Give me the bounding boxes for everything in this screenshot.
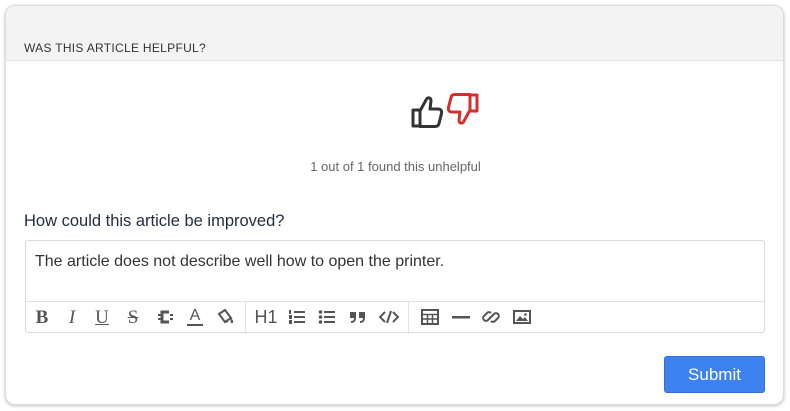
vote-summary: 1 out of 1 found this unhelpful [310, 159, 481, 174]
italic-icon[interactable]: I [61, 306, 83, 328]
feedback-card: WAS THIS ARTICLE HELPFUL? 1 out of 1 fou… [5, 5, 784, 405]
heading-glyph: H1 [254, 306, 278, 327]
feedback-textarea[interactable]: The article does not describe well how t… [35, 253, 444, 271]
clear-format-icon[interactable] [154, 306, 176, 328]
link-icon[interactable] [480, 306, 502, 328]
font-color-glyph: A [189, 307, 201, 324]
feedback-editor[interactable]: The article does not describe well how t… [25, 240, 765, 334]
improve-label: How could this article be improved? [24, 212, 285, 230]
toolbar-separator [408, 302, 409, 334]
editor-toolbar: B I U S A H1 [26, 301, 764, 334]
ordered-list-icon[interactable] [286, 306, 308, 328]
bold-icon[interactable]: B [31, 306, 53, 328]
submit-button[interactable]: Submit [664, 356, 765, 393]
thumb-down-icon[interactable] [444, 92, 480, 137]
code-icon[interactable] [378, 306, 400, 328]
card-title: WAS THIS ARTICLE HELPFUL? [24, 41, 206, 55]
vote-buttons [410, 92, 484, 134]
card-header: WAS THIS ARTICLE HELPFUL? [6, 6, 783, 61]
font-color-icon[interactable]: A [184, 306, 206, 328]
quote-icon[interactable] [347, 306, 369, 328]
highlight-icon[interactable] [214, 306, 236, 328]
toolbar-separator [245, 302, 246, 334]
image-icon[interactable] [511, 306, 533, 328]
underline-icon[interactable]: U [91, 306, 113, 328]
font-color-bar [187, 324, 203, 326]
horizontal-rule-icon[interactable] [450, 306, 472, 328]
heading-icon[interactable]: H1 [254, 306, 278, 328]
unordered-list-icon[interactable] [316, 306, 338, 328]
strikethrough-icon[interactable]: S [122, 306, 144, 328]
thumb-up-icon[interactable] [410, 92, 444, 137]
table-icon[interactable] [419, 306, 441, 328]
